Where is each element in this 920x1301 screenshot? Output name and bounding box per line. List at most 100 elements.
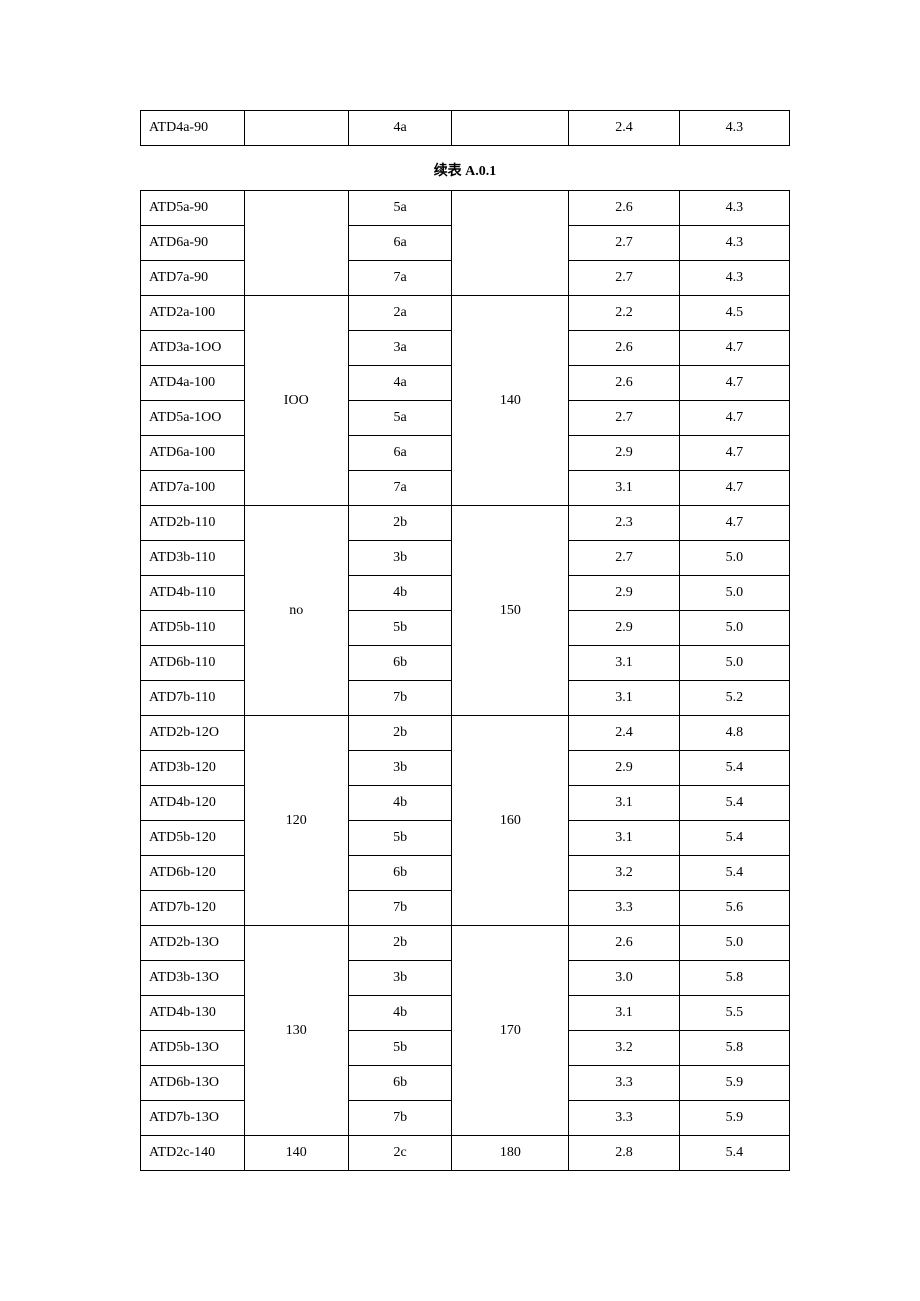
table-cell: 3.1 <box>569 681 679 716</box>
table-cell: 2.9 <box>569 576 679 611</box>
table-main: ATD5a-905a2.64.3ATD6a-906a2.74.3ATD7a-90… <box>140 190 790 1171</box>
table-cell: 5.0 <box>679 611 789 646</box>
table-cell: 150 <box>452 506 569 716</box>
table-cell: 3a <box>348 331 452 366</box>
table-cell: 7a <box>348 261 452 296</box>
table-cell: ATD6b-120 <box>141 856 245 891</box>
table-cell: 4.7 <box>679 366 789 401</box>
table-cell: 130 <box>244 926 348 1136</box>
table-cell: 4.3 <box>679 226 789 261</box>
table-cell: 2.6 <box>569 331 679 366</box>
table-cell: ATD5b-120 <box>141 821 245 856</box>
table-cell: 2.9 <box>569 611 679 646</box>
table-cell: 2.6 <box>569 926 679 961</box>
table-cell: ATD4b-120 <box>141 786 245 821</box>
table-row: ATD2b-13O1302b1702.65.0 <box>141 926 790 961</box>
table-cell: 5.4 <box>679 856 789 891</box>
table-cell: 2b <box>348 926 452 961</box>
table-cell: ATD3b-13O <box>141 961 245 996</box>
table-cell: 4b <box>348 786 452 821</box>
table-cell: 5b <box>348 611 452 646</box>
table-cell: ATD3b-110 <box>141 541 245 576</box>
table-fragment-top: ATD4a-904a2.44.3 <box>140 110 790 146</box>
table-cell: 4.7 <box>679 436 789 471</box>
table-cell: 5b <box>348 1031 452 1066</box>
table-cell: 3b <box>348 751 452 786</box>
table-cell: ATD6a-90 <box>141 226 245 261</box>
table-cell: 2.8 <box>569 1136 679 1171</box>
table-cell: ATD4b-110 <box>141 576 245 611</box>
table-cell: 3.1 <box>569 646 679 681</box>
table-cell: 5.5 <box>679 996 789 1031</box>
table-cell: 2.4 <box>569 111 679 146</box>
table-cell: 2.7 <box>569 261 679 296</box>
table-cell: 4.3 <box>679 191 789 226</box>
table-cell: 4a <box>348 366 452 401</box>
table-cell: ATD7b-13O <box>141 1101 245 1136</box>
table-row: ATD2b-110no2b1502.34.7 <box>141 506 790 541</box>
table-cell <box>244 111 348 146</box>
table-cell: 5.9 <box>679 1101 789 1136</box>
table-cell: no <box>244 506 348 716</box>
table-cell: ATD7a-90 <box>141 261 245 296</box>
table-cell: 3b <box>348 961 452 996</box>
table-cell: 3.3 <box>569 1066 679 1101</box>
table-cell: 3.3 <box>569 891 679 926</box>
table-cell: 7b <box>348 681 452 716</box>
table-cell: ATD7b-110 <box>141 681 245 716</box>
table-cell: 6b <box>348 1066 452 1101</box>
table-cell: 2.7 <box>569 541 679 576</box>
table-cell: 2.7 <box>569 401 679 436</box>
table-cell: 3.2 <box>569 856 679 891</box>
table-cell: 6a <box>348 436 452 471</box>
table-cell: 2.6 <box>569 366 679 401</box>
table-cell <box>452 191 569 296</box>
table-cell: 5.0 <box>679 646 789 681</box>
table-cell: 120 <box>244 716 348 926</box>
table-row: ATD2b-12O1202b1602.44.8 <box>141 716 790 751</box>
table-cell: 5a <box>348 191 452 226</box>
table-cell: 5.8 <box>679 1031 789 1066</box>
table-cell: 2c <box>348 1136 452 1171</box>
table-cell: 140 <box>452 296 569 506</box>
table-cell: ATD2b-12O <box>141 716 245 751</box>
table-row: ATD4a-904a2.44.3 <box>141 111 790 146</box>
table-cell: ATD3b-120 <box>141 751 245 786</box>
table-cell: ATD4a-100 <box>141 366 245 401</box>
table-cell: 4b <box>348 996 452 1031</box>
table-row: ATD2a-100IOO2a1402.24.5 <box>141 296 790 331</box>
table-cell: ATD5a-90 <box>141 191 245 226</box>
table-cell: 5a <box>348 401 452 436</box>
table-cell: 4.7 <box>679 471 789 506</box>
table-cell: 4.7 <box>679 331 789 366</box>
table-cell <box>244 191 348 296</box>
table-cell: 2.6 <box>569 191 679 226</box>
table-cell: 5.0 <box>679 576 789 611</box>
table-cell: ATD5b-110 <box>141 611 245 646</box>
table-cell: ATD2c-140 <box>141 1136 245 1171</box>
table-cell: 2.9 <box>569 436 679 471</box>
table-cell: 3.3 <box>569 1101 679 1136</box>
table-cell: 180 <box>452 1136 569 1171</box>
table-cell: 2.7 <box>569 226 679 261</box>
table-cell: 2b <box>348 506 452 541</box>
table-cell: 5.2 <box>679 681 789 716</box>
table-cell: 5.4 <box>679 786 789 821</box>
table-cell: ATD6b-110 <box>141 646 245 681</box>
table-cell: 3.0 <box>569 961 679 996</box>
table-cell: 6b <box>348 646 452 681</box>
table-cell: 4.3 <box>679 111 789 146</box>
table-cell: 5.9 <box>679 1066 789 1101</box>
table-cell: 4.5 <box>679 296 789 331</box>
table-cell: 7b <box>348 891 452 926</box>
table-cell: 5.4 <box>679 821 789 856</box>
table-cell: 160 <box>452 716 569 926</box>
table-cell: ATD5b-13O <box>141 1031 245 1066</box>
table-cell: 4b <box>348 576 452 611</box>
table-cell: ATD5a-1OO <box>141 401 245 436</box>
table-cell: 5.8 <box>679 961 789 996</box>
table-cell: 2b <box>348 716 452 751</box>
table-cell: 5.4 <box>679 1136 789 1171</box>
table-cell: 4.7 <box>679 401 789 436</box>
table-cell: 2.4 <box>569 716 679 751</box>
